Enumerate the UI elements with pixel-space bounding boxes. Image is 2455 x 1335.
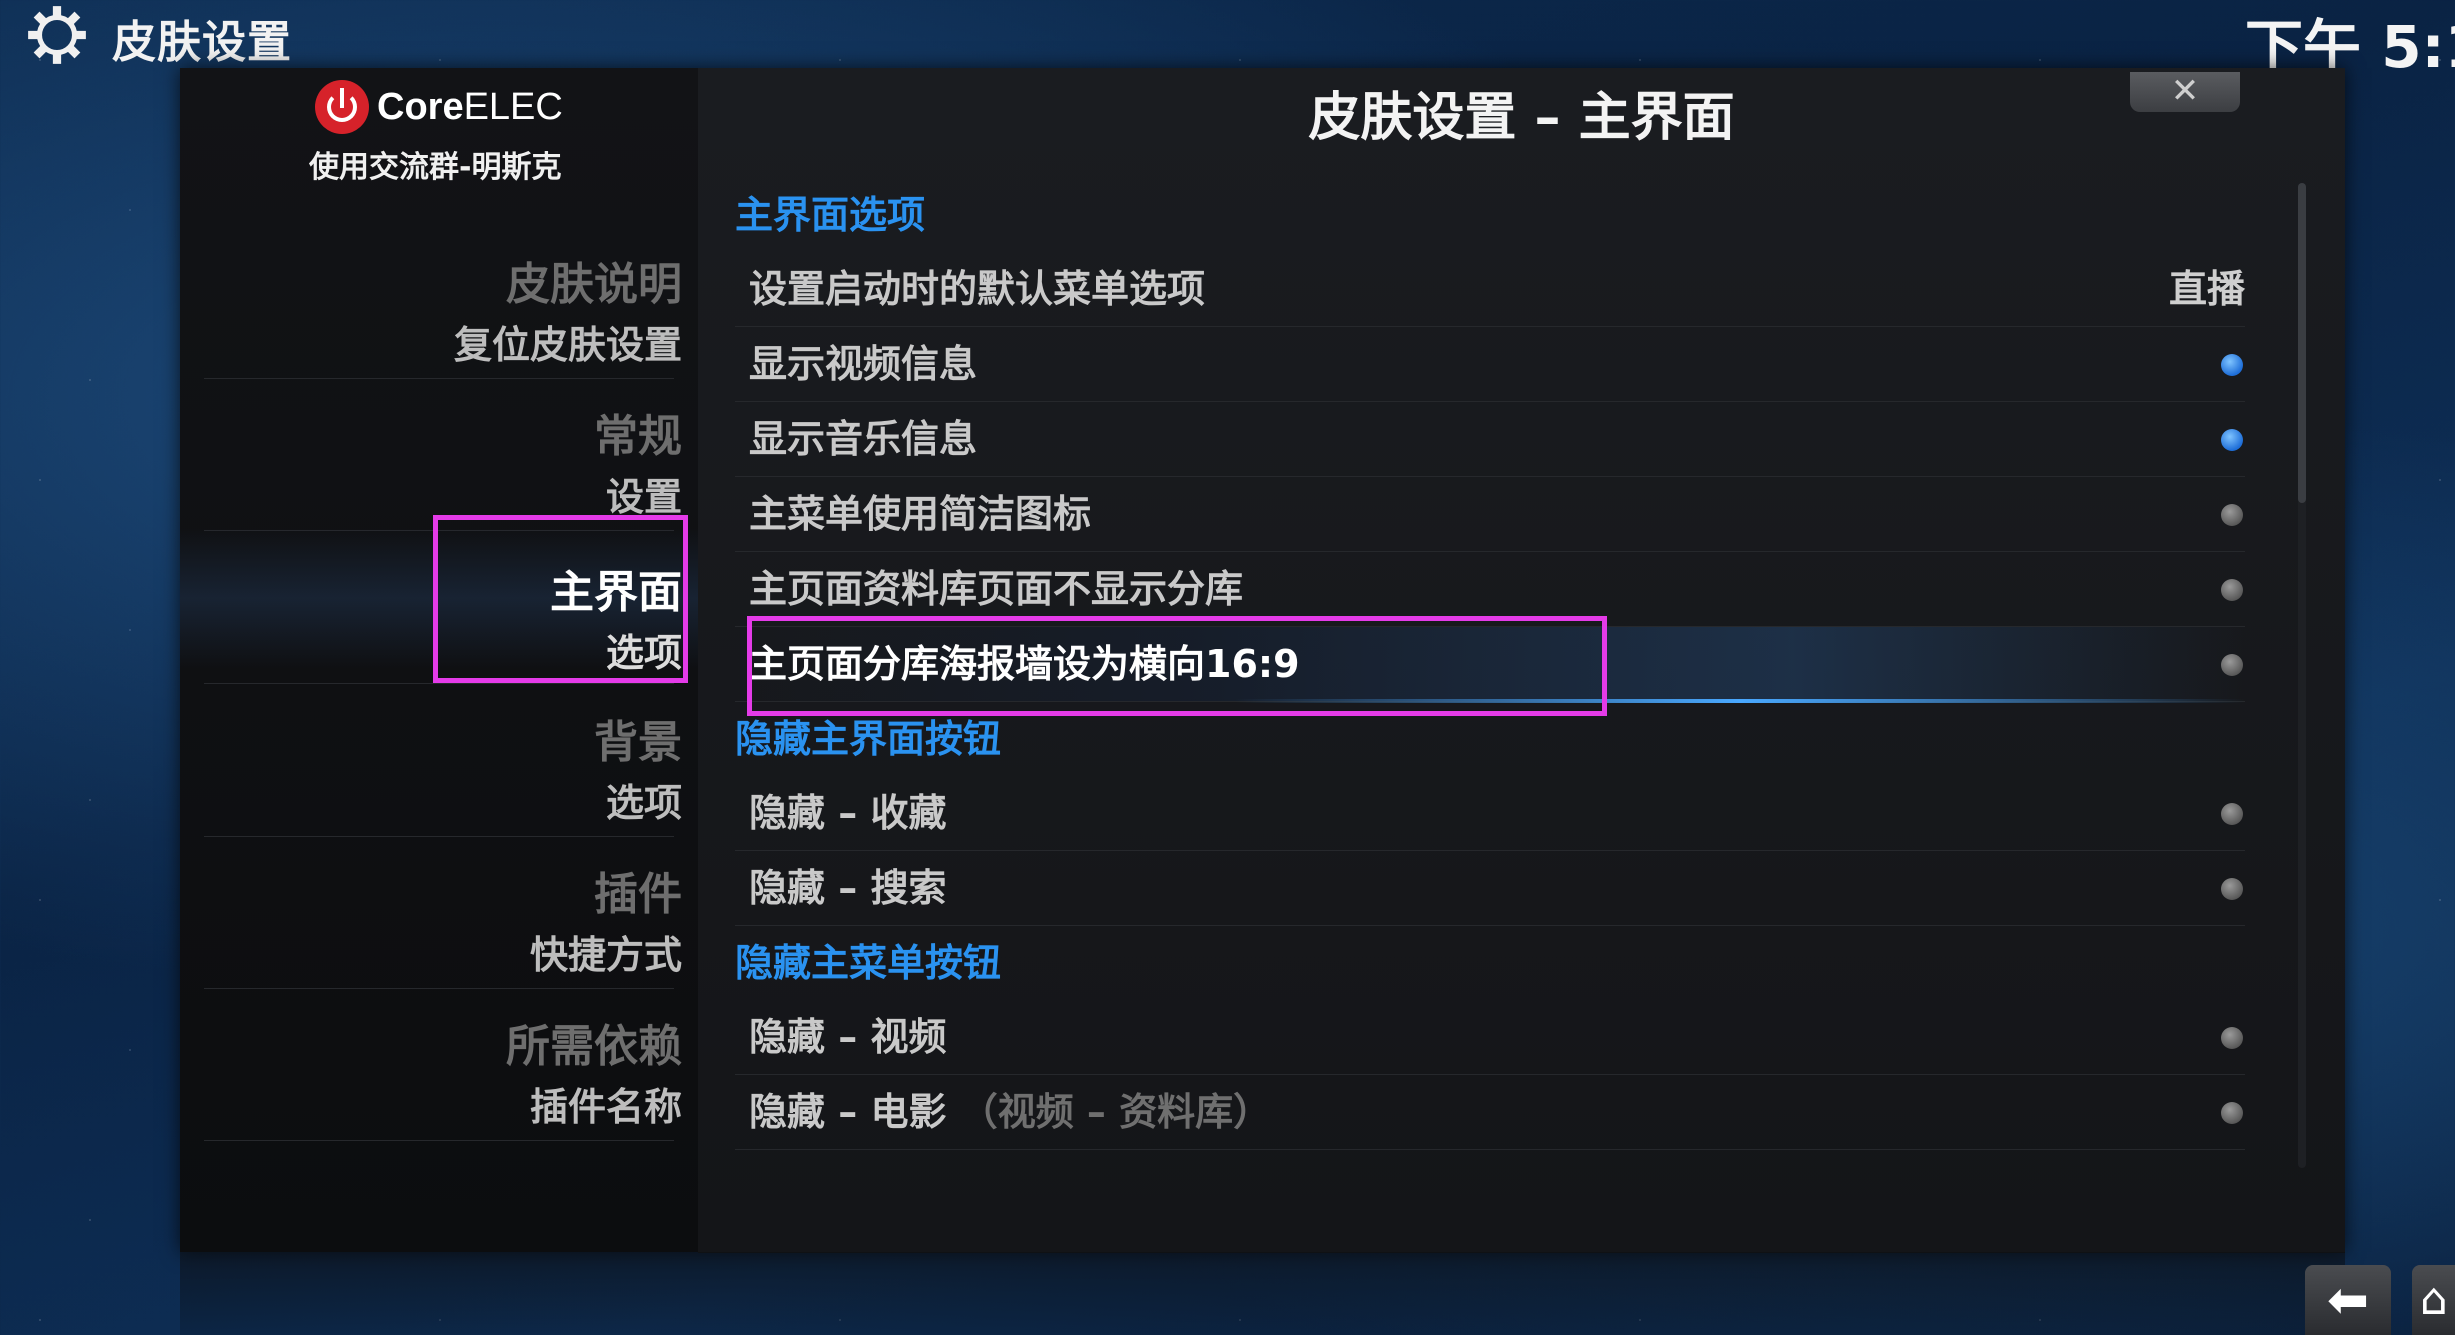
close-button[interactable]: ✕ [2130,72,2240,112]
toggle-off-icon[interactable] [2221,579,2243,601]
highlight-box-sidebar [433,515,688,683]
toggle-off-icon[interactable] [2221,803,2243,825]
setting-value: 直播 [2168,267,2245,311]
coreelec-logo: CoreELEC 使用交流群-明斯克 [309,80,645,186]
window-title: 皮肤设置 [112,17,292,68]
divider [204,836,674,837]
footer-bar [180,1252,2345,1335]
toggle-off-icon[interactable] [2221,504,2243,526]
setting-hide-search[interactable]: 隐藏 – 搜索 [735,851,2245,926]
setting-hide-video[interactable]: 隐藏 – 视频 [735,1000,2245,1075]
close-icon: ✕ [2170,71,2200,111]
toggle-off-icon[interactable] [2221,878,2243,900]
divider [204,378,674,379]
settings-gear-icon [28,6,86,64]
divider [204,988,674,989]
divider [204,683,674,684]
scrollbar[interactable] [2298,183,2306,1168]
back-button[interactable]: ⬅ [2305,1265,2391,1335]
setting-simple-icons[interactable]: 主菜单使用简洁图标 [735,477,2245,552]
settings-dialog: CoreELEC 使用交流群-明斯克 皮肤说明 复位皮肤设置 常规 设置 主界面… [180,68,2345,1253]
toggle-off-icon[interactable] [2221,1027,2243,1049]
sidebar-item-dependencies[interactable]: 所需依赖 插件名称 [202,1010,682,1131]
setting-show-music-info[interactable]: 显示音乐信息 [735,402,2245,477]
home-button[interactable]: ⌂ [2412,1265,2455,1335]
sidebar-item-background[interactable]: 背景 选项 [202,706,682,827]
setting-hide-favourites[interactable]: 隐藏 – 收藏 [735,776,2245,851]
sidebar-item-general[interactable]: 常规 设置 [202,400,682,521]
logo-brand: CoreELEC [377,85,563,128]
section-header-home-options: 主界面选项 [735,193,926,237]
sidebar-item-skin-info[interactable]: 皮肤说明 复位皮肤设置 [202,248,682,369]
toggle-off-icon[interactable] [2221,1102,2243,1124]
list-fade [698,1153,2345,1253]
section-header-hide-menu-buttons: 隐藏主菜单按钮 [735,941,1002,985]
back-arrow-icon: ⬅ [2327,1271,2369,1329]
scrollbar-thumb[interactable] [2298,183,2306,503]
power-logo-icon [315,80,369,134]
category-sidebar: CoreELEC 使用交流群-明斯克 皮肤说明 复位皮肤设置 常规 设置 主界面… [180,68,698,1252]
logo-subtitle: 使用交流群-明斯克 [309,150,562,185]
divider [204,1140,674,1141]
dialog-title: 皮肤设置 – 主界面 [1308,88,1735,148]
home-icon: ⌂ [2420,1274,2448,1325]
setting-show-video-info[interactable]: 显示视频信息 [735,327,2245,402]
setting-hide-movies[interactable]: 隐藏 – 电影 （视频 – 资料库） [735,1075,2245,1150]
highlight-box-setting [747,616,1607,716]
toggle-on-icon[interactable] [2221,354,2243,376]
sidebar-item-addons[interactable]: 插件 快捷方式 [202,858,682,979]
setting-default-menu[interactable]: 设置启动时的默认菜单选项 直播 [735,252,2245,327]
toggle-off-icon[interactable] [2221,654,2243,676]
setting-sublabel: （视频 – 资料库） [959,1090,1272,1134]
toggle-on-icon[interactable] [2221,429,2243,451]
